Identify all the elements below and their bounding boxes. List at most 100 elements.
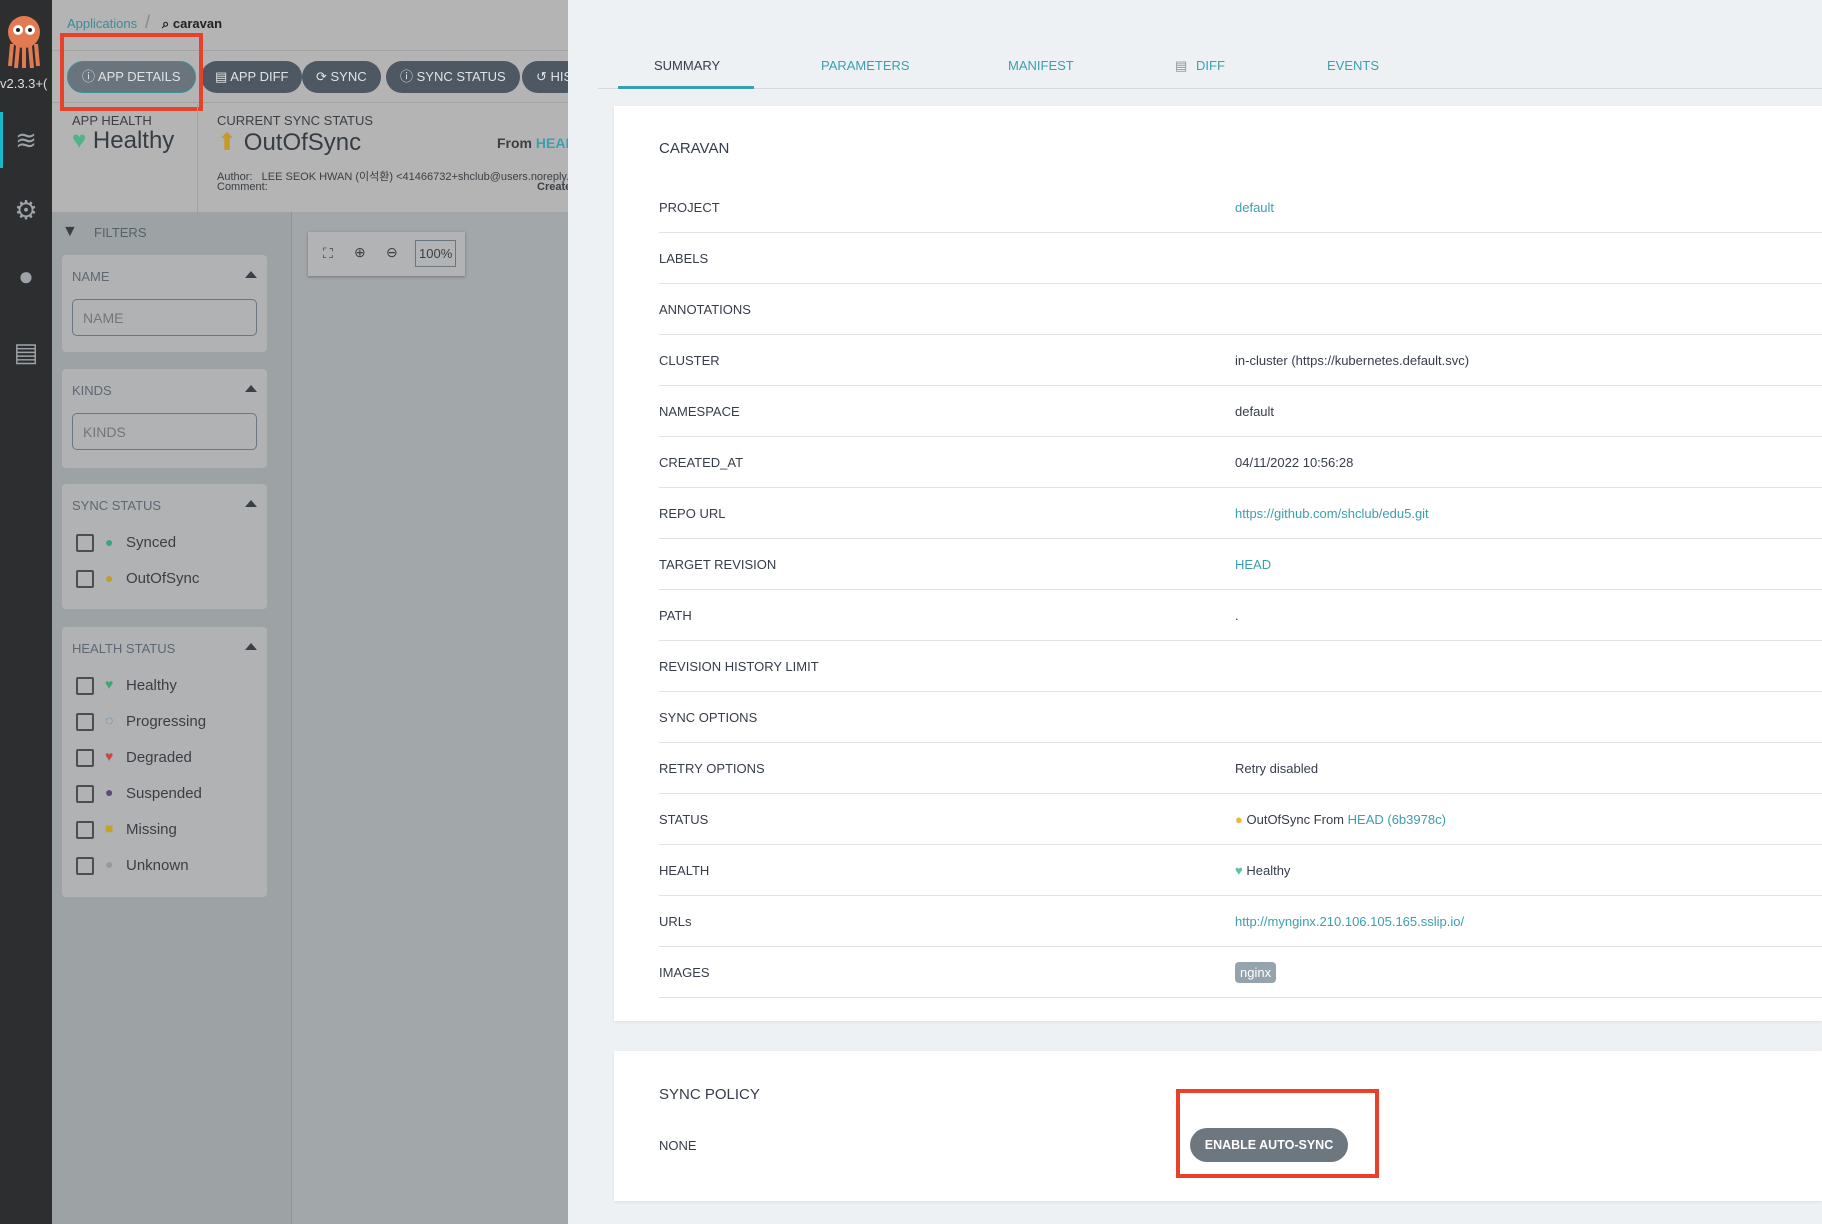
tab-diff[interactable]: DIFF (1196, 58, 1225, 73)
health-status-filter: HEALTH STATUS ♥ Healthy ◌ Progressing ♥ … (62, 627, 267, 897)
row-key: SYNC OPTIONS (659, 710, 758, 725)
sync-text: OutOfSync (243, 129, 362, 156)
row-value[interactable]: http://mynginx.210.106.105.165.sslip.io/ (1235, 914, 1464, 929)
tab-manifest[interactable]: MANIFEST (1008, 58, 1074, 73)
highlight-box (60, 33, 203, 111)
row-key: LABELS (659, 251, 709, 266)
broken-heart-icon: ♥ (105, 748, 114, 764)
collapse-icon[interactable] (245, 643, 257, 650)
user-icon[interactable]: ● (8, 258, 44, 294)
name-filter-input[interactable] (72, 299, 257, 336)
row-key: NAMESPACE (659, 404, 740, 419)
row-value[interactable]: default (1235, 200, 1274, 215)
summary-row: RETRY OPTIONS Retry disabled (659, 743, 1822, 794)
row-key: PROJECT (659, 200, 720, 215)
tab-summary[interactable]: SUMMARY (654, 58, 720, 73)
heart-icon: ♥ (72, 127, 87, 154)
row-key: HEALTH (659, 863, 710, 878)
pause-circle-icon: ● (105, 784, 114, 800)
argo-logo[interactable] (4, 10, 44, 70)
row-value: ● OutOfSync From HEAD (6b3978c) (1235, 812, 1446, 827)
suspended-label: Suspended (126, 785, 202, 802)
image-chip: nginx (1235, 962, 1277, 983)
arrow-up-circle-icon: ● (1235, 812, 1243, 827)
zoom-in-icon[interactable]: ⊕ (354, 244, 366, 261)
tab-parameters[interactable]: PARAMETERS (821, 58, 910, 73)
summary-row: SYNC OPTIONS (659, 692, 1822, 743)
sync-button[interactable]: ⟳ SYNC (302, 61, 381, 93)
sync-status-filter: SYNC STATUS ● Synced ● OutOfSync (62, 484, 267, 609)
zoom-out-icon[interactable]: ⊖ (386, 244, 398, 261)
comment-label: Comment: (217, 181, 268, 193)
synced-checkbox[interactable] (76, 534, 94, 552)
row-key: REVISION HISTORY LIMIT (659, 659, 819, 674)
row-key: RETRY OPTIONS (659, 761, 765, 776)
sync-status-button[interactable]: ⓘ SYNC STATUS (386, 61, 520, 93)
unknown-checkbox[interactable] (76, 857, 94, 875)
gear-icon[interactable]: ⚙ (8, 192, 44, 228)
row-key: PATH (659, 608, 692, 623)
sync-policy-label: NONE (659, 1138, 697, 1153)
question-circle-icon: ● (105, 856, 114, 872)
graph-zoom-toolbar: ⛶ ⊕ ⊖ 100% (308, 232, 465, 276)
app-health-value: ♥ Healthy (72, 127, 174, 155)
breadcrumb-separator: / (145, 12, 151, 32)
row-key: STATUS (659, 812, 709, 827)
button-label: SYNC (330, 69, 367, 84)
heart-icon: ♥ (1235, 863, 1243, 878)
row-value[interactable]: https://github.com/shclub/edu5.git (1235, 506, 1429, 521)
zoom-level[interactable]: 100% (415, 240, 457, 267)
version-label: v2.3.3+( (0, 76, 48, 91)
summary-row: URLs http://mynginx.210.106.105.165.sslip… (659, 896, 1822, 947)
summary-row: PROJECT default (659, 182, 1822, 233)
docs-icon[interactable]: ▤ (8, 334, 44, 370)
divider (197, 104, 198, 212)
breadcrumb-current: ⌕ caravan (162, 16, 222, 32)
app-name: caravan (172, 16, 223, 31)
filters-title: FILTERS (94, 225, 147, 240)
layers-icon[interactable]: ≋ (8, 122, 44, 158)
healthy-checkbox[interactable] (76, 677, 94, 695)
summary-row: PATH. (659, 590, 1822, 641)
collapse-icon[interactable] (245, 271, 257, 278)
summary-row: STATUS ● OutOfSync From HEAD (6b3978c) (659, 794, 1822, 845)
summary-row: NAMESPACE default (659, 386, 1822, 437)
outofsync-label: OutOfSync (126, 570, 200, 587)
app-diff-button[interactable]: ▤ APP DIFF (201, 61, 303, 93)
row-key: ANNOTATIONS (659, 302, 751, 317)
from-revision: From HEAD (497, 135, 576, 151)
revision-link[interactable]: HEAD (6b3978c) (1348, 812, 1446, 827)
status-text: OutOfSync From (1246, 812, 1345, 827)
summary-row: ANNOTATIONS (659, 284, 1822, 335)
degraded-checkbox[interactable] (76, 749, 94, 767)
collapse-icon[interactable] (245, 500, 257, 507)
tabs-divider (598, 88, 1822, 89)
diff-file-icon: ▤ (1175, 58, 1188, 73)
progressing-checkbox[interactable] (76, 713, 94, 731)
summary-row: REVISION HISTORY LIMIT (659, 641, 1822, 692)
summary-row: IMAGES nginx (659, 947, 1822, 998)
missing-checkbox[interactable] (76, 821, 94, 839)
button-label: SYNC STATUS (416, 69, 506, 84)
comment-value: Create (537, 181, 572, 193)
breadcrumb-applications[interactable]: Applications (67, 16, 137, 31)
app-health-label: APP HEALTH (72, 113, 152, 128)
kinds-filter-input[interactable] (72, 413, 257, 450)
summary-row: REPO URL https://github.com/shclub/edu5.g… (659, 488, 1822, 539)
missing-label: Missing (126, 821, 177, 838)
sync-policy-title: SYNC POLICY (659, 1086, 760, 1103)
row-value: ♥ Healthy (1235, 863, 1290, 878)
summary-card: CARAVAN PROJECT default LABELS ANNOTATIONS C… (614, 106, 1822, 1021)
row-value[interactable]: HEAD (1235, 557, 1271, 572)
suspended-checkbox[interactable] (76, 785, 94, 803)
tab-events[interactable]: EVENTS (1327, 58, 1379, 73)
collapse-icon[interactable] (245, 385, 257, 392)
row-key: CREATED_AT (659, 455, 744, 470)
name-filter: NAME (62, 255, 267, 352)
check-circle-icon: ● (105, 534, 114, 550)
outofsync-checkbox[interactable] (76, 570, 94, 588)
fit-screen-icon[interactable]: ⛶ (323, 245, 333, 262)
row-value: Retry disabled (1235, 761, 1319, 776)
ghost-icon: ■ (105, 820, 114, 836)
heart-icon: ♥ (105, 676, 114, 692)
